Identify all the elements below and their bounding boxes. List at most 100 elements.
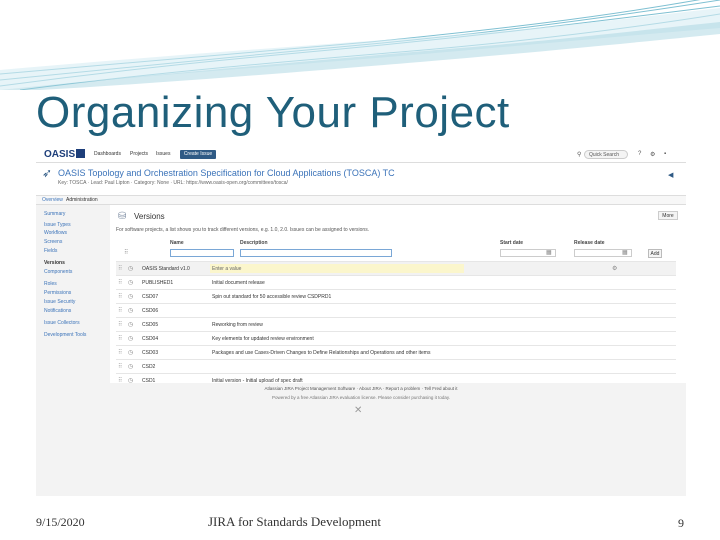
gear-icon[interactable]: ⚙ xyxy=(650,151,655,158)
drag-handle-icon[interactable]: ⠿ xyxy=(118,293,122,300)
drag-handle-icon[interactable]: ⠿ xyxy=(118,349,122,356)
create-issue-button[interactable]: Create Issue xyxy=(180,150,216,159)
version-name[interactable]: CSD03 xyxy=(142,350,158,356)
inline-edit-description[interactable]: Enter a value xyxy=(210,264,464,273)
version-description: Initial document release xyxy=(212,280,265,286)
version-status-icon: ◷ xyxy=(128,336,134,342)
project-avatar-icon: ➶ xyxy=(42,166,53,180)
tab-overview[interactable]: Overview xyxy=(42,197,63,203)
drag-handle-icon[interactable]: ⠿ xyxy=(118,307,122,314)
drag-icon: ⠿ xyxy=(124,250,129,256)
inline-edit-placeholder: Enter a value xyxy=(212,266,242,272)
footer-license: Powered by a free Atlassian JIRA evaluat… xyxy=(271,395,451,400)
versions-icon: ⛁ xyxy=(118,211,127,222)
project-meta: Key: TOSCA · Lead: Paul Lipton · Categor… xyxy=(58,180,288,186)
search-icon: ⚲ xyxy=(577,152,582,158)
project-title[interactable]: OASIS Topology and Orchestration Specifi… xyxy=(58,168,395,178)
versions-panel: ⛁ Versions More For software projects, a… xyxy=(110,205,686,389)
sidebar-item-issue-security[interactable]: Issue Security xyxy=(44,299,75,305)
gear-icon[interactable]: ⚙ xyxy=(612,265,617,272)
jira-footer: Atlassian JIRA Project Management Softwa… xyxy=(36,383,686,496)
version-row[interactable]: ⠿ ◷ CSD07 Spin out standard for 50 accessib… xyxy=(116,289,676,304)
version-name[interactable]: CSD2 xyxy=(142,364,155,370)
version-row[interactable]: ⠿ ◷ CSD05 Reworking from review xyxy=(116,317,676,332)
version-status-icon: ◷ xyxy=(128,266,134,272)
version-description-input[interactable] xyxy=(240,249,392,257)
sidebar-item-development-tools[interactable]: Development Tools xyxy=(44,332,86,338)
new-version-row: ⠿ ▦ ▦ Add xyxy=(116,248,676,259)
atlassian-logo-icon: ✕ xyxy=(354,405,363,416)
sidebar-item-summary[interactable]: Summary xyxy=(44,211,65,217)
version-description: Reworking from review xyxy=(212,322,263,328)
decorative-wave-banner xyxy=(0,0,720,90)
slide-title: Organizing Your Project xyxy=(36,88,510,137)
column-header-description: Description xyxy=(240,240,268,246)
version-description: Packages and use Cases-Driven Changes to… xyxy=(212,350,431,356)
jira-top-bar: OASIS Dashboards Projects Issues Create … xyxy=(36,148,686,163)
drag-handle-icon[interactable]: ⠿ xyxy=(118,335,122,342)
calendar-icon[interactable]: ▦ xyxy=(622,249,628,256)
sidebar-item-workflows[interactable]: Workflows xyxy=(44,230,67,236)
sidebar-item-screens[interactable]: Screens xyxy=(44,239,62,245)
sidebar-item-components[interactable]: Components xyxy=(44,269,72,275)
version-name[interactable]: PUBLISHED1 xyxy=(142,280,173,286)
project-tabs: Overview Administration xyxy=(36,196,686,205)
jira-screenshot: OASIS Dashboards Projects Issues Create … xyxy=(36,148,686,496)
version-row[interactable]: ⠿ ◷ CSD06 xyxy=(116,303,676,318)
admin-sidebar: Summary Issue Types Workflows Screens Fi… xyxy=(36,205,108,389)
version-description: Key elements for updated review environm… xyxy=(212,336,314,342)
footer-title: JIRA for Standards Development xyxy=(208,514,381,529)
drag-handle-icon[interactable]: ⠿ xyxy=(118,265,122,272)
add-version-button[interactable]: Add xyxy=(648,249,662,258)
version-name[interactable]: OASIS Standard v1.0 xyxy=(142,266,190,272)
sidebar-item-issue-collectors[interactable]: Issue Collectors xyxy=(44,320,80,326)
more-button[interactable]: More xyxy=(658,211,678,220)
page-number: 9 xyxy=(678,516,684,530)
drag-handle-icon[interactable]: ⠿ xyxy=(118,363,122,370)
version-description: Spin out standard for 50 accessible revi… xyxy=(212,294,332,300)
sidebar-item-issue-types[interactable]: Issue Types xyxy=(44,222,71,228)
version-status-icon: ◷ xyxy=(128,364,134,370)
version-status-icon: ◷ xyxy=(128,280,134,286)
version-row[interactable]: ⠿ ◷ OASIS Standard v1.0 Enter a value ⚙ xyxy=(116,261,676,276)
project-share-icon[interactable]: ◀ xyxy=(668,171,673,179)
footer-date: 9/15/2020 xyxy=(36,515,85,529)
tab-administration[interactable]: Administration xyxy=(66,197,98,203)
sidebar-item-notifications[interactable]: Notifications xyxy=(44,308,71,314)
sidebar-item-versions[interactable]: Versions xyxy=(44,260,65,266)
version-name[interactable]: CSD06 xyxy=(142,308,158,314)
version-name[interactable]: CSD05 xyxy=(142,322,158,328)
versions-description: For software projects, a list shows you … xyxy=(116,227,370,233)
version-row[interactable]: ⠿ ◷ PUBLISHED1 Initial document release xyxy=(116,275,676,290)
oasis-logo[interactable]: OASIS xyxy=(44,149,86,160)
nav-projects[interactable]: Projects xyxy=(130,151,148,157)
footer-links[interactable]: Atlassian JIRA Project Management Softwa… xyxy=(36,386,686,391)
version-status-icon: ◷ xyxy=(128,322,134,328)
version-status-icon: ◷ xyxy=(128,350,134,356)
drag-handle-icon[interactable]: ⠿ xyxy=(118,279,122,286)
version-name[interactable]: CSD07 xyxy=(142,294,158,300)
calendar-icon[interactable]: ▦ xyxy=(546,249,552,256)
sidebar-item-fields[interactable]: Fields xyxy=(44,248,57,254)
oasis-logo-icon xyxy=(76,149,86,158)
version-status-icon: ◷ xyxy=(128,294,134,300)
help-icon[interactable]: ? xyxy=(638,151,641,157)
quick-search-input[interactable]: Quick Search xyxy=(584,150,628,159)
user-avatar-icon[interactable]: ▪ xyxy=(664,151,666,157)
version-row[interactable]: ⠿ ◷ CSD04 Key elements for updated review e… xyxy=(116,331,676,346)
version-row[interactable]: ⠿ ◷ CSD03 Packages and use Cases-Driven Cha… xyxy=(116,345,676,360)
nav-issues[interactable]: Issues xyxy=(156,151,170,157)
sidebar-item-roles[interactable]: Roles xyxy=(44,281,57,287)
sidebar-item-permissions[interactable]: Permissions xyxy=(44,290,71,296)
drag-handle-icon[interactable]: ⠿ xyxy=(118,321,122,328)
version-name[interactable]: CSD04 xyxy=(142,336,158,342)
column-header-release-date: Release date xyxy=(574,240,605,246)
column-header-start-date: Start date xyxy=(500,240,524,246)
version-status-icon: ◷ xyxy=(128,308,134,314)
project-header: ➶ OASIS Topology and Orchestration Speci… xyxy=(36,163,686,196)
column-header-name: Name xyxy=(170,240,184,246)
nav-dashboards[interactable]: Dashboards xyxy=(94,151,121,157)
version-name-input[interactable] xyxy=(170,249,234,257)
version-row[interactable]: ⠿ ◷ CSD2 xyxy=(116,359,676,374)
versions-heading: Versions xyxy=(134,212,165,221)
